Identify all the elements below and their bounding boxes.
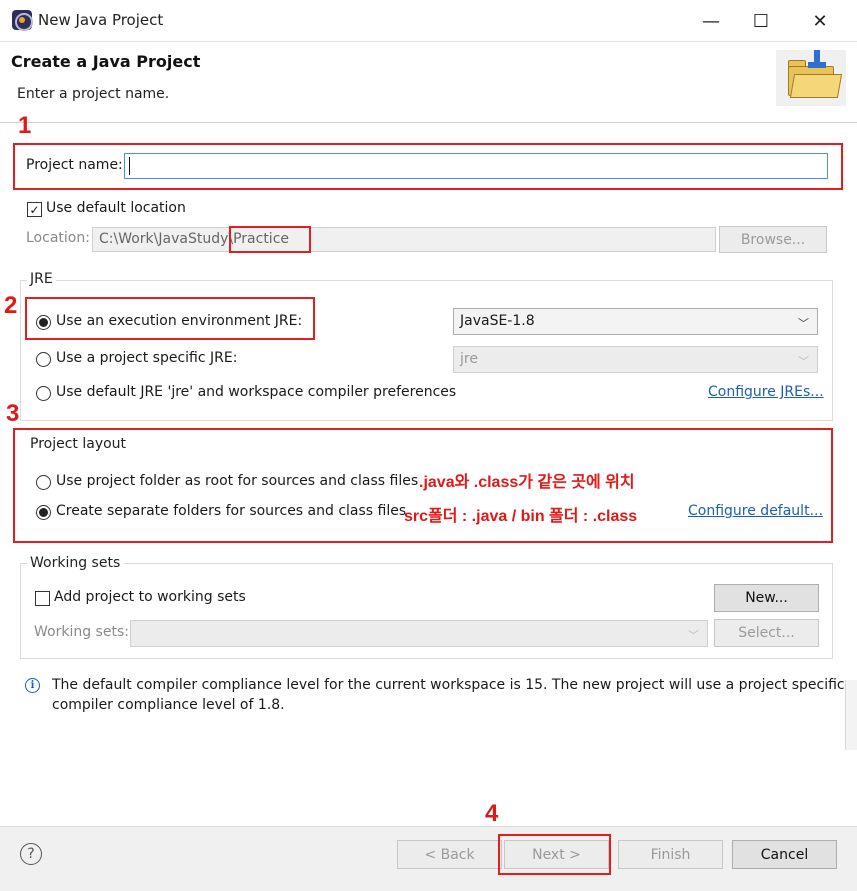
close-button[interactable]: ✕ [797,0,843,42]
layout-root-label: Use project folder as root for sources a… [56,473,419,489]
execution-env-value: JavaSE-1.8 [460,313,535,329]
info-icon: i [25,678,40,693]
use-default-location-label: Use default location [46,200,186,216]
info-message-line2: compiler compliance level of 1.8. [52,697,285,713]
chevron-down-icon: ﹀ [798,355,809,368]
project-specific-jre-radio[interactable] [36,352,51,367]
folder-icon-front [789,74,843,98]
eclipse-app-icon [12,10,33,31]
execution-env-select[interactable]: JavaSE-1.8 ﹀ [453,308,818,335]
minimize-button[interactable]: — [688,0,734,42]
page-title: Create a Java Project [11,52,201,71]
annotation-number-1: 1 [18,112,32,139]
annotation-box-location [229,226,311,253]
default-jre-radio[interactable] [36,386,51,401]
add-to-working-sets-checkbox[interactable] [35,591,50,606]
cancel-button[interactable]: Cancel [732,840,837,869]
layout-root-radio[interactable] [36,475,51,490]
annotation-number-4: 4 [485,800,499,827]
execution-env-jre-radio[interactable] [36,315,51,330]
annotation-note-root: .java와 .class가 같은 곳에 위치 [419,474,635,491]
jre-group-title: JRE [27,271,56,287]
chevron-down-icon: ﹀ [688,629,699,642]
configure-jres-link[interactable]: Configure JREs... [708,384,824,400]
annotation-box-4 [498,834,611,875]
configure-default-link[interactable]: Configure default... [688,503,823,519]
chevron-down-icon: ﹀ [798,317,809,330]
annotation-note-separate: src폴더 : .java / bin 폴더 : .class [404,508,638,525]
page-description: Enter a project name. [17,86,170,102]
location-field: C:\Work\JavaStudy\Practice [92,227,716,252]
use-default-location-checkbox[interactable]: ✓ [27,202,42,217]
layout-separate-label: Create separate folders for sources and … [56,503,407,519]
maximize-button[interactable]: ☐ [738,0,784,42]
project-specific-jre-label: Use a project specific JRE: [56,350,238,366]
download-arrow-icon-bar [808,62,826,68]
annotation-number-3: 3 [6,400,20,427]
background-window-edge [845,680,857,750]
new-working-set-button[interactable]: New... [714,584,819,612]
text-caret [129,157,130,175]
working-sets-label: Working sets: [34,624,129,640]
execution-env-jre-label: Use an execution environment JRE: [56,313,303,329]
project-name-input[interactable] [124,153,828,179]
working-sets-group-title: Working sets [27,555,124,571]
browse-button[interactable]: Browse... [719,226,827,253]
default-jre-label: Use default JRE 'jre' and workspace comp… [56,384,457,400]
back-button[interactable]: < Back [397,840,502,869]
annotation-number-2: 2 [4,292,18,319]
layout-separate-radio[interactable] [36,505,51,520]
project-name-label: Project name: [26,157,123,173]
info-message-line1: The default compiler compliance level fo… [52,677,845,693]
project-jre-value: jre [460,351,478,367]
select-working-sets-button[interactable]: Select... [714,619,819,647]
location-label: Location: [26,230,90,246]
add-to-working-sets-label: Add project to working sets [54,589,246,605]
finish-button[interactable]: Finish [618,840,723,869]
help-icon[interactable]: ? [20,843,42,865]
working-sets-select: ﹀ [130,620,708,647]
project-layout-group-title: Project layout [27,436,130,452]
window-title: New Java Project [38,11,164,29]
project-jre-select: jre ﹀ [453,346,818,373]
